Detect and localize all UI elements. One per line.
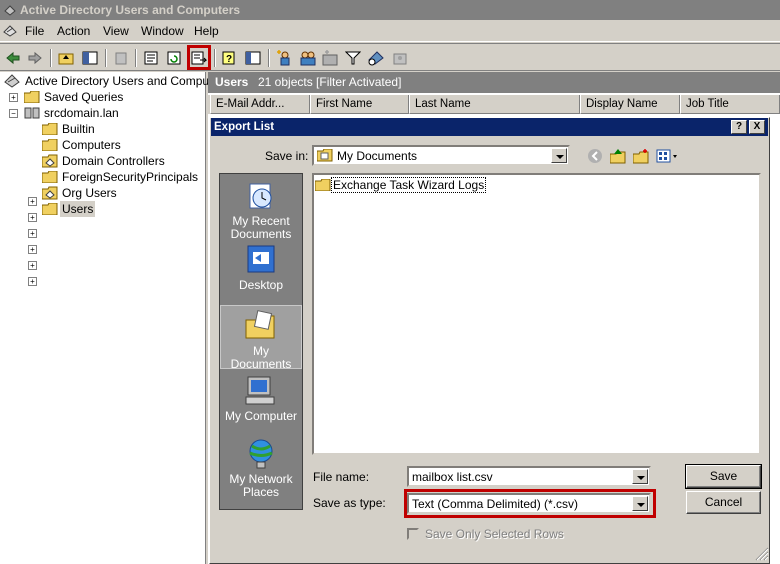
recent-documents-icon: [249, 183, 272, 209]
place-my-network-places[interactable]: My Network Places: [220, 438, 302, 499]
open-folder-icon: [42, 203, 58, 215]
menu-file[interactable]: File: [25, 24, 44, 38]
save-as-type-label: Save as type:: [313, 496, 386, 510]
folder-icon: [42, 171, 58, 183]
properties-icon[interactable]: [141, 48, 161, 68]
toolbar-separator: [268, 49, 270, 67]
folder-icon: [315, 179, 331, 191]
file-name-input[interactable]: mailbox list.csv: [407, 466, 651, 487]
column-display-name[interactable]: Display Name: [580, 95, 680, 114]
add-to-group-icon[interactable]: [390, 48, 410, 68]
save-selected-rows-label: Save Only Selected Rows: [425, 527, 564, 541]
save-selected-rows-checkbox[interactable]: [407, 528, 419, 540]
column-last-name[interactable]: Last Name: [409, 95, 580, 114]
mmc-menu-icon[interactable]: [3, 23, 18, 38]
chevron-down-icon[interactable]: [551, 148, 567, 163]
dialog-title-bar: Export List ? X: [211, 118, 768, 136]
filter-icon[interactable]: [343, 48, 363, 68]
close-button[interactable]: X: [749, 120, 765, 134]
export-list-highlight: [187, 45, 211, 70]
new-ou-icon[interactable]: [320, 48, 340, 68]
place-my-recent-documents[interactable]: My Recent Documents: [220, 180, 302, 241]
ou-icon: [42, 154, 58, 168]
toolbar-separator: [214, 49, 216, 67]
menu-bar: File Action View Window Help: [0, 21, 780, 42]
place-my-documents[interactable]: My Documents: [220, 305, 302, 371]
back-icon[interactable]: [3, 48, 23, 68]
my-computer-icon: [245, 376, 275, 405]
mmc-icon: [4, 5, 16, 16]
details-header: Users 21 objects [Filter Activated]: [208, 72, 780, 93]
cancel-button[interactable]: Cancel: [686, 491, 761, 514]
expand-icon[interactable]: +: [28, 213, 37, 222]
save-in-label: Save in:: [265, 149, 309, 163]
help-button[interactable]: ?: [731, 120, 747, 134]
toolbar-separator: [50, 49, 52, 67]
expand-icon[interactable]: +: [9, 93, 18, 102]
places-bar: My Recent Documents Desktop My Documents…: [219, 173, 303, 510]
menu-help[interactable]: Help: [194, 24, 219, 38]
collapse-icon[interactable]: −: [9, 109, 18, 118]
back-nav-icon[interactable]: [585, 146, 605, 166]
expand-icon[interactable]: +: [28, 197, 37, 206]
folder-icon: [42, 139, 58, 151]
window-title-bar: Active Directory Users and Computers: [0, 0, 780, 20]
console-icon[interactable]: [243, 48, 263, 68]
expand-icon[interactable]: +: [28, 229, 37, 238]
toolbar: ?: [0, 43, 780, 71]
chevron-down-icon[interactable]: [632, 469, 648, 484]
new-group-icon[interactable]: [298, 48, 318, 68]
svg-text:?: ?: [226, 54, 232, 65]
toolbar-separator: [105, 49, 107, 67]
ou-icon: [42, 186, 58, 200]
window-title: Active Directory Users and Computers: [20, 3, 241, 17]
resize-grip-icon[interactable]: [755, 547, 769, 561]
folder-icon: [24, 91, 40, 103]
column-headers: E-Mail Addr... First Name Last Name Disp…: [208, 95, 780, 114]
menu-action[interactable]: Action: [57, 24, 90, 38]
save-as-type-highlight: [404, 489, 656, 518]
tree-pane: Active Directory Users and Computer + Sa…: [0, 72, 223, 564]
domain-icon: [24, 107, 40, 119]
expand-icon[interactable]: +: [28, 245, 37, 254]
place-desktop[interactable]: Desktop: [220, 244, 302, 292]
help-icon[interactable]: ?: [220, 48, 240, 68]
expand-icon[interactable]: +: [28, 261, 37, 270]
expand-icon[interactable]: +: [28, 277, 37, 286]
menu-window[interactable]: Window: [141, 24, 184, 38]
up-folder-icon[interactable]: [56, 48, 76, 68]
save-button[interactable]: Save: [685, 464, 762, 489]
column-job-title[interactable]: Job Title: [680, 95, 780, 114]
desktop-icon: [247, 245, 275, 273]
view-menu-icon[interactable]: [656, 146, 680, 166]
my-documents-icon: [317, 149, 333, 162]
new-user-icon[interactable]: [275, 48, 295, 68]
folder-icon: [42, 123, 58, 135]
column-email[interactable]: E-Mail Addr...: [210, 95, 310, 114]
network-places-icon: [249, 439, 273, 469]
adsi-icon: [4, 74, 20, 88]
file-list[interactable]: Exchange Task Wizard Logs: [312, 173, 761, 455]
place-my-computer[interactable]: My Computer: [220, 375, 302, 423]
delete-icon[interactable]: [111, 48, 131, 68]
my-documents-folder-icon: [245, 310, 275, 339]
refresh-icon[interactable]: [164, 48, 184, 68]
save-in-dropdown[interactable]: My Documents: [312, 145, 570, 166]
menu-view[interactable]: View: [103, 24, 129, 38]
file-name-label: File name:: [313, 470, 370, 484]
forward-icon[interactable]: [25, 48, 45, 68]
new-folder-icon[interactable]: [631, 146, 651, 166]
find-icon[interactable]: [366, 48, 386, 68]
up-one-level-icon[interactable]: [608, 146, 628, 166]
toolbar-separator: [135, 49, 137, 67]
show-hide-tree-icon[interactable]: [80, 48, 100, 68]
column-first-name[interactable]: First Name: [310, 95, 409, 114]
